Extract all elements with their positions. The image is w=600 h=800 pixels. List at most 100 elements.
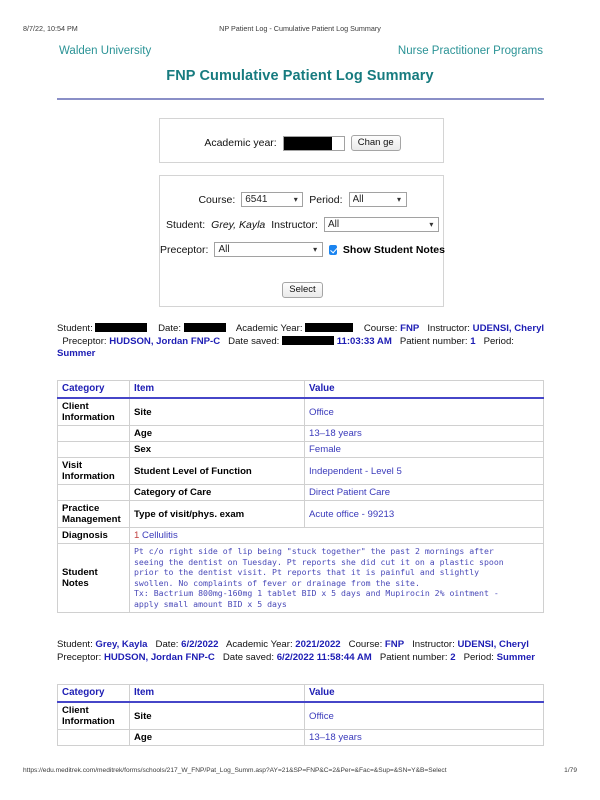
diagnosis-text: Cellulitis xyxy=(142,530,178,541)
instructor-label: Instructor: xyxy=(271,218,318,231)
course-select[interactable]: 6541 ▾ xyxy=(241,192,304,207)
header-divider xyxy=(57,98,544,100)
academic-year-panel: Academic year: Chan ge xyxy=(159,118,444,163)
redaction-block xyxy=(95,323,148,332)
cell-category: Client Information xyxy=(57,701,130,730)
chevron-down-icon: ▾ xyxy=(313,244,318,254)
course-select-value: 6541 xyxy=(245,194,268,205)
table-row: Age 13–18 years xyxy=(57,729,544,746)
meta-period-label: Period: xyxy=(483,335,514,347)
cell-item: Site xyxy=(129,397,305,426)
change-button[interactable]: Chan ge xyxy=(350,135,401,151)
patient-log-table: Category Item Value Client Information S… xyxy=(57,380,544,613)
cell-value: 13–18 years xyxy=(304,729,544,746)
cell-value: Office xyxy=(304,397,544,426)
redaction-block xyxy=(283,136,332,150)
column-header-item: Item xyxy=(129,380,305,399)
meta-instructor-label: Instructor: xyxy=(427,323,470,334)
cell-value: Female xyxy=(304,441,544,458)
table-row: Category of Care Direct Patient Care xyxy=(57,484,544,501)
meta-course-value: FNP xyxy=(400,323,420,334)
preceptor-row: Preceptor: All ▾ Show Student Notes xyxy=(160,242,445,257)
page-title: FNP Cumulative Patient Log Summary xyxy=(166,68,434,84)
cell-item: Age xyxy=(129,425,305,442)
meta-period-value: Summer xyxy=(496,651,536,663)
cell-diagnosis: 1 Cellulitis xyxy=(129,527,544,544)
meta-academic-year-label: Academic Year: xyxy=(235,323,303,334)
cell-item: Site xyxy=(129,701,305,730)
table-header-row: Category Item Value xyxy=(57,684,544,703)
cell-category: Diagnosis xyxy=(57,527,130,544)
cell-category: Practice Management xyxy=(57,500,130,528)
preceptor-select[interactable]: All ▾ xyxy=(214,242,323,257)
cell-value: Independent - Level 5 xyxy=(304,457,544,485)
print-document-title: NP Patient Log - Cumulative Patient Log … xyxy=(219,24,381,33)
course-label: Course: xyxy=(198,193,236,206)
period-select[interactable]: All ▾ xyxy=(348,192,407,207)
column-header-value: Value xyxy=(304,380,544,399)
meta-instructor-label: Instructor: xyxy=(412,639,455,650)
select-row: Select xyxy=(160,282,445,298)
cell-item: Sex xyxy=(129,441,305,458)
cell-category xyxy=(57,484,130,501)
meta-patient-number-label: Patient number: xyxy=(379,651,448,663)
cell-student-notes: Pt c/o right side of lip being "stuck to… xyxy=(129,543,544,613)
period-label: Period: xyxy=(309,193,343,206)
cell-category xyxy=(57,441,130,458)
meta-period-value: Summer xyxy=(57,348,96,360)
redaction-block xyxy=(282,335,335,345)
cell-category xyxy=(57,729,130,746)
record-meta: Student: Date: Academic Year: Course: FN… xyxy=(57,323,547,361)
filter-panel: Course: 6541 ▾ Period: All ▾ Student: Gr… xyxy=(159,175,445,307)
show-student-notes-label: Show Student Notes xyxy=(342,243,445,256)
meta-date-saved-value: 6/2/2022 11:58:44 AM xyxy=(276,651,372,663)
cell-item: Age xyxy=(129,729,305,746)
table-row: Client Information Site Office xyxy=(57,397,544,426)
meta-course-value: FNP xyxy=(384,639,405,650)
meta-date-saved-label: Date saved: xyxy=(228,335,280,347)
cell-category xyxy=(57,425,130,442)
university-name: Walden University xyxy=(59,45,152,57)
meta-date-value: 6/2/2022 xyxy=(181,639,219,650)
column-header-category: Category xyxy=(57,380,130,399)
period-select-value: All xyxy=(352,194,364,205)
cell-item: Type of visit/phys. exam xyxy=(129,500,305,528)
record-meta: Student: Grey, Kayla Date: 6/2/2022 Acad… xyxy=(57,639,547,664)
table-header-row: Category Item Value xyxy=(57,380,544,399)
meta-date-saved-value: 11:03:33 AM xyxy=(336,335,392,347)
meta-preceptor-label: Preceptor: xyxy=(57,651,102,663)
meta-preceptor-value: HUDSON, Jordan FNP-C xyxy=(109,335,221,347)
table-row: Visit Information Student Level of Funct… xyxy=(57,457,544,485)
select-button[interactable]: Select xyxy=(282,282,323,298)
footer-url: https://edu.meditrek.com/meditrek/forms/… xyxy=(23,767,447,774)
student-label: Student: xyxy=(166,218,206,231)
meta-instructor-value: UDENSI, Cheryl xyxy=(457,639,529,650)
academic-year-label: Academic year: xyxy=(204,137,277,149)
cell-category: Student Notes xyxy=(57,543,130,613)
meta-student-label: Student: xyxy=(57,639,93,650)
show-student-notes-checkbox[interactable] xyxy=(328,244,337,255)
column-header-item: Item xyxy=(129,684,305,703)
cell-value: Office xyxy=(304,701,544,730)
meta-student-value: Grey, Kayla xyxy=(95,639,148,650)
redaction-block xyxy=(305,323,354,332)
meta-academic-year-label: Academic Year: xyxy=(225,639,293,650)
column-header-category: Category xyxy=(57,684,130,703)
preceptor-select-value: All xyxy=(218,244,230,255)
cell-item: Category of Care xyxy=(129,484,305,501)
academic-year-input[interactable] xyxy=(282,135,345,151)
instructor-select[interactable]: All ▾ xyxy=(323,217,439,232)
chevron-down-icon: ▾ xyxy=(293,194,298,204)
meta-patient-number-label: Patient number: xyxy=(399,335,468,347)
meta-date-saved-label: Date saved: xyxy=(222,651,275,663)
meta-preceptor-value: HUDSON, Jordan FNP-C xyxy=(103,651,215,663)
patient-log-table: Category Item Value Client Information S… xyxy=(57,684,544,746)
academic-year-row: Academic year: Chan ge xyxy=(160,135,445,151)
browser-print-header: 8/7/22, 10:54 PM NP Patient Log - Cumula… xyxy=(0,24,600,36)
meta-course-label: Course: xyxy=(363,323,398,334)
chevron-down-icon: ▾ xyxy=(429,219,434,229)
redaction-block xyxy=(183,323,226,332)
student-name-value: Grey, Kayla xyxy=(211,218,266,231)
table-row: Practice Management Type of visit/phys. … xyxy=(57,500,544,528)
meta-academic-year-value: 2021/2022 xyxy=(295,639,341,650)
